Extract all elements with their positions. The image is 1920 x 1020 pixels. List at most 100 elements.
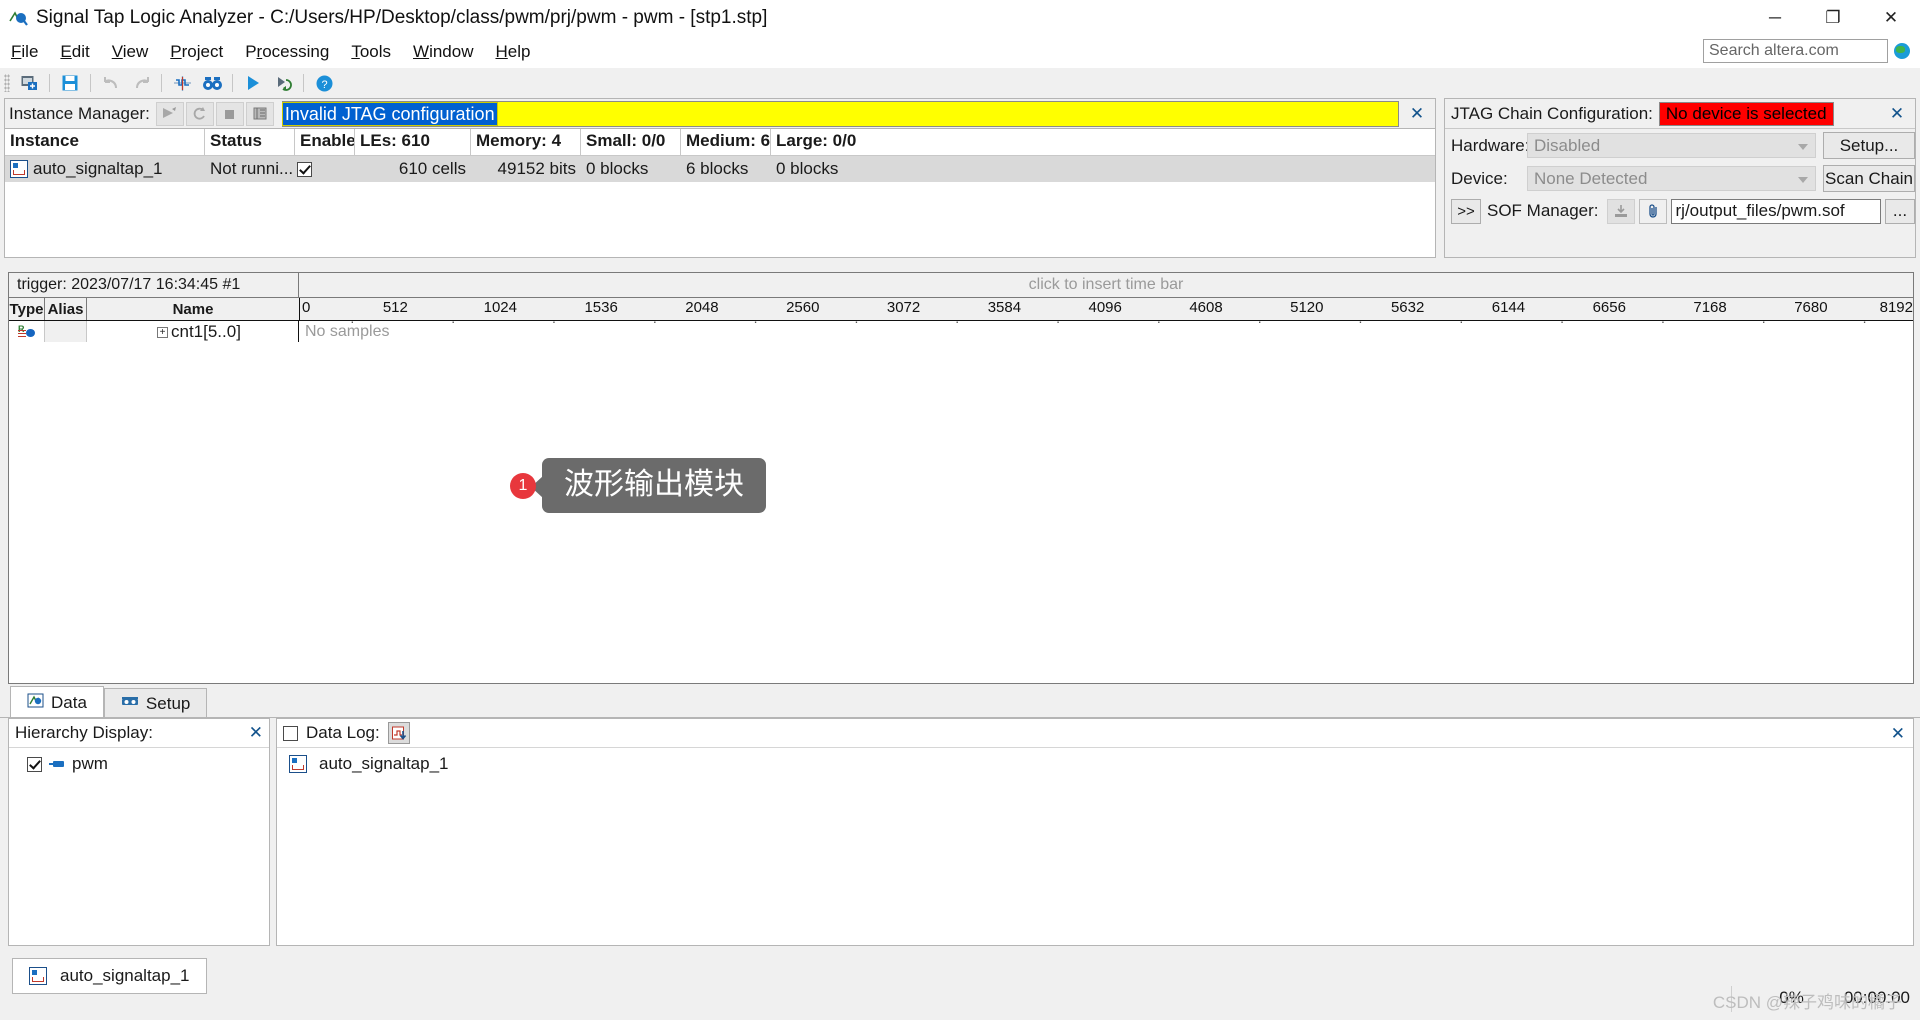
instance-status-field[interactable]: Invalid JTAG configuration [281, 100, 1399, 127]
ruler-minor-tick: . [1459, 310, 1464, 326]
run-analysis-button[interactable] [155, 101, 184, 126]
column-enable[interactable]: Enable [295, 129, 355, 155]
status-instance-tab[interactable]: auto_signaltap_1 [12, 958, 207, 994]
cell-enable[interactable] [295, 156, 355, 182]
signal-alias-cell[interactable] [45, 321, 87, 343]
close-button[interactable]: ✕ [1862, 0, 1920, 36]
cell-small: 0 blocks [586, 159, 649, 178]
sof-browse-button[interactable]: ... [1885, 198, 1915, 224]
attach-icon[interactable] [1638, 198, 1667, 224]
expand-sof-button[interactable]: >> [1451, 198, 1481, 224]
autorun-analysis-button[interactable] [185, 101, 214, 126]
tab-data[interactable]: Data [10, 686, 104, 718]
enable-checkbox[interactable] [297, 161, 312, 177]
waveform-signal-row[interactable]: R + cnt1[5..0] No samples [9, 321, 1913, 344]
maximize-button[interactable]: ❐ [1804, 0, 1862, 36]
jtag-panel-close-icon[interactable]: ✕ [1879, 104, 1915, 124]
menu-tools[interactable]: Tools [340, 40, 402, 64]
column-large[interactable]: Large: 0/0 [771, 129, 881, 155]
tab-setup[interactable]: Setup [103, 688, 208, 718]
jtag-status-badge: No device is selected [1658, 101, 1834, 126]
expand-group-icon[interactable]: + [157, 326, 168, 338]
bottom-tabs: Data Setup [10, 686, 208, 718]
ruler-tick: 3072 [886, 299, 921, 316]
data-log-checkbox[interactable] [283, 725, 298, 741]
save-icon[interactable] [58, 71, 82, 95]
device-select[interactable]: None Detected [1527, 166, 1816, 191]
hardware-value: Disabled [1534, 135, 1601, 155]
new-stp-icon[interactable] [17, 71, 41, 95]
program-device-icon[interactable] [1606, 198, 1635, 224]
table-row[interactable]: auto_signaltap_1 Not runni... 610 cells … [5, 156, 1435, 182]
menu-file[interactable]: File [0, 40, 49, 64]
tab-setup-label: Setup [145, 693, 191, 713]
stop-analysis-button[interactable] [215, 101, 244, 126]
read-data-button[interactable] [245, 101, 274, 126]
menu-help[interactable]: Help [484, 40, 541, 64]
status-bar: auto_signaltap_1 0% 00:00:00 [0, 958, 1920, 1020]
chevron-down-icon [1798, 177, 1808, 183]
stp-instance-icon [289, 755, 307, 773]
menu-view[interactable]: View [101, 40, 160, 64]
instance-grid-header: Instance Status Enable LEs: 610 Memory: … [5, 129, 1435, 156]
run-analysis-icon[interactable] [241, 71, 265, 95]
globe-icon[interactable] [1894, 43, 1910, 59]
annotation-callout: 1 波形输出模块 [510, 458, 766, 513]
instance-manager-close-icon[interactable]: ✕ [1399, 104, 1435, 124]
menu-window[interactable]: Window [402, 40, 484, 64]
cell-les: 610 cells [398, 159, 466, 178]
data-log-close-icon[interactable]: ✕ [1891, 724, 1905, 744]
column-instance[interactable]: Instance [5, 129, 205, 155]
menu-bar: File Edit View Project Processing Tools … [0, 36, 1920, 68]
trigger-icon[interactable] [170, 71, 194, 95]
column-medium[interactable]: Medium: 6, [681, 129, 771, 155]
signal-name-label: cnt1[5..0] [171, 322, 241, 341]
ruler-minor-tick: . [1358, 310, 1363, 326]
column-type[interactable]: Type [9, 298, 45, 320]
list-item[interactable]: auto_signaltap_1 [277, 748, 1913, 774]
signal-name-cell[interactable]: + cnt1[5..0] [87, 321, 299, 343]
data-log-icon[interactable] [387, 722, 410, 744]
ruler-minor-tick: . [955, 310, 960, 326]
toolbar-grip[interactable] [4, 74, 10, 92]
chevron-down-icon [1798, 144, 1808, 150]
waveform-canvas[interactable] [9, 342, 1913, 683]
search-input[interactable]: Search altera.com [1703, 39, 1888, 63]
hierarchy-checkbox[interactable] [27, 756, 42, 772]
cell-memory: 49152 bits [497, 159, 576, 178]
redo-icon[interactable] [129, 71, 153, 95]
autorun-analysis-icon[interactable] [271, 71, 295, 95]
ruler-minor-tick: . [451, 310, 456, 326]
list-item[interactable]: pwm [9, 748, 269, 774]
time-ruler[interactable]: 0. 512. 1024. 1536. 2048. 2560. 3072. 3584. 4096… [299, 298, 1913, 326]
help-icon[interactable]: ? [312, 71, 336, 95]
menu-edit[interactable]: Edit [49, 40, 100, 64]
hierarchy-close-icon[interactable]: ✕ [249, 723, 263, 743]
time-bar-hint[interactable]: click to insert time bar [299, 273, 1913, 297]
column-alias[interactable]: Alias [45, 298, 87, 320]
ruler-tick: 5120 [1290, 299, 1324, 316]
ruler-minor-tick: . [753, 310, 758, 326]
sof-path-input[interactable]: rj/output_files/pwm.sof [1670, 198, 1881, 224]
toolbar: ? [0, 68, 1920, 98]
column-memory[interactable]: Memory: 4 [471, 129, 581, 155]
undo-icon[interactable] [99, 71, 123, 95]
watermark: CSDN @辣子鸡味的橘子 [1712, 993, 1902, 1012]
annotation-text: 波形输出模块 [531, 458, 766, 513]
minimize-button[interactable]: ─ [1746, 0, 1804, 36]
menu-processing[interactable]: Processing [234, 40, 340, 64]
column-status[interactable]: Status [205, 129, 295, 155]
scan-chain-button[interactable]: Scan Chain [1823, 165, 1915, 192]
column-small[interactable]: Small: 0/0 [581, 129, 681, 155]
toolbar-sep-5 [303, 74, 304, 92]
setup-button[interactable]: Setup... [1823, 132, 1915, 159]
ruler-tick: 0 [302, 299, 311, 316]
ruler-minor-tick: . [1761, 310, 1766, 326]
find-icon[interactable] [200, 71, 224, 95]
instance-manager-title: Instance Manager: [9, 103, 150, 123]
hardware-select[interactable]: Disabled [1527, 133, 1816, 158]
column-les[interactable]: LEs: 610 [355, 129, 471, 155]
menu-project[interactable]: Project [159, 40, 234, 64]
column-name[interactable]: Name [87, 298, 299, 320]
sof-manager-row: >> SOF Manager: rj/output_files/pwm.sof … [1445, 195, 1915, 227]
